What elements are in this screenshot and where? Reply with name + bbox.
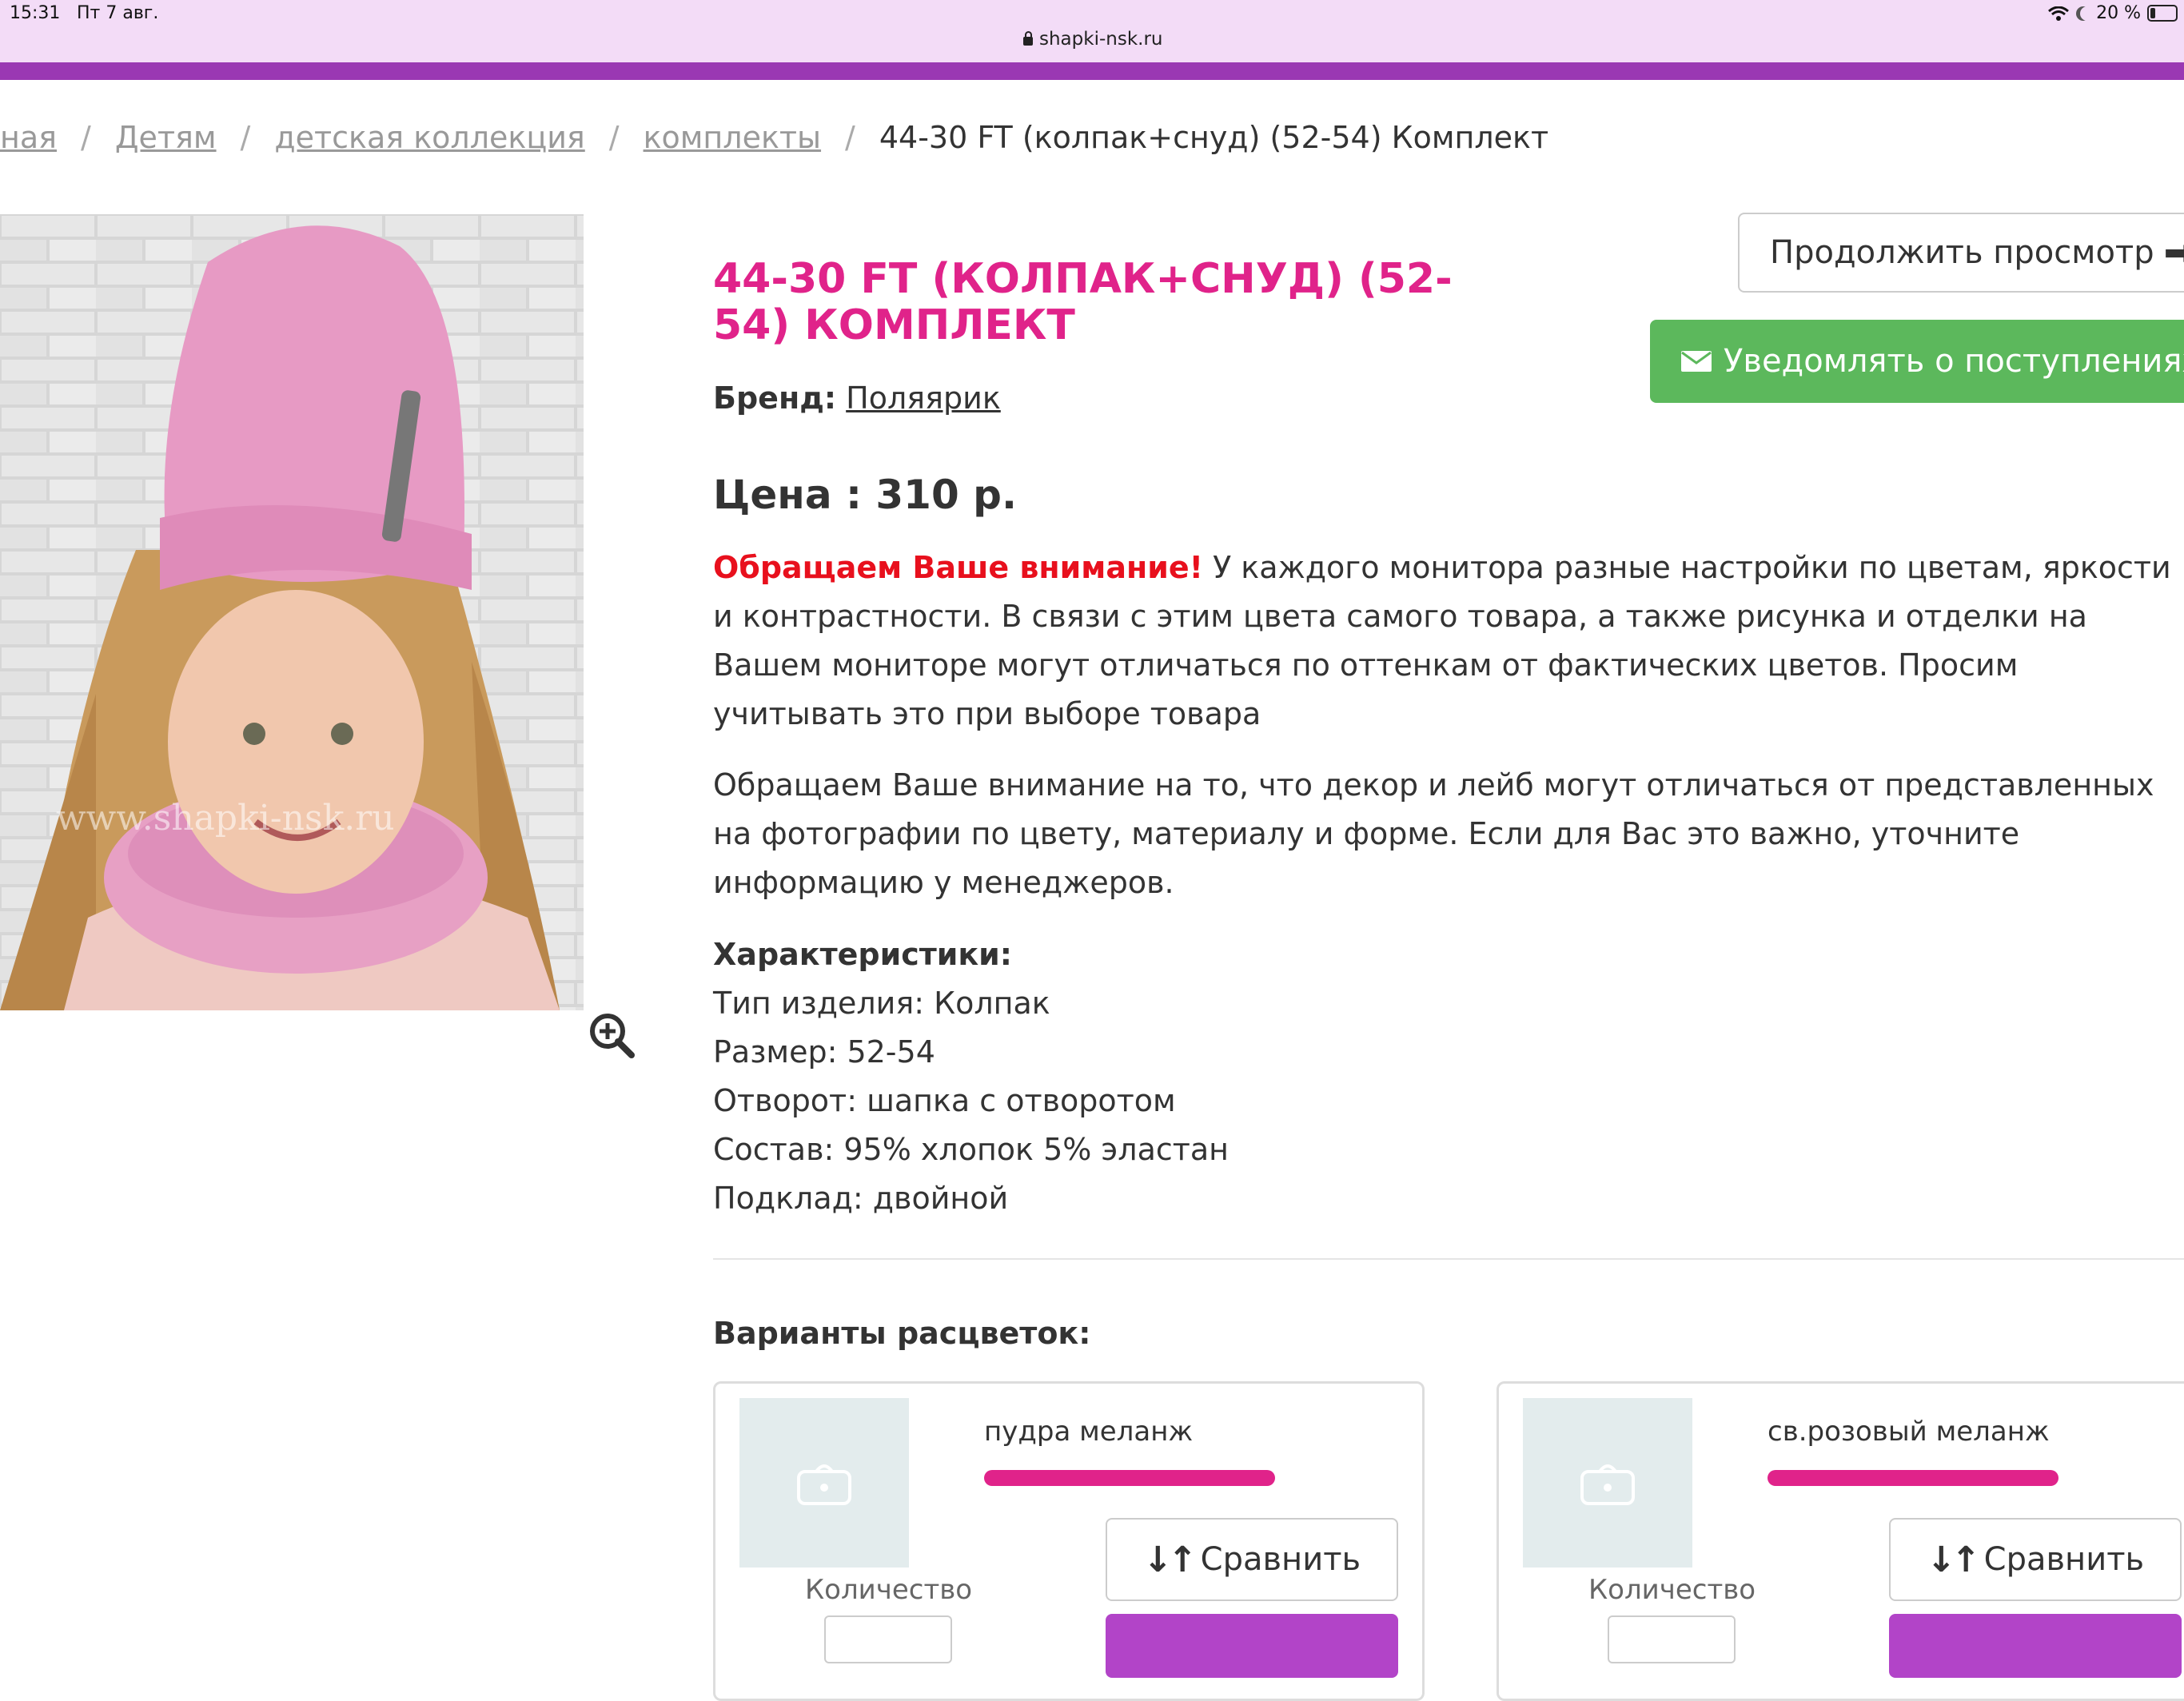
breadcrumb: ная / Детям / детская коллекция / комплекты / 44…	[0, 120, 1548, 155]
status-date: Пт 7 авг.	[77, 3, 159, 23]
variant-card: св.розовый меланж ↓↑ Сравнить Количество	[1497, 1381, 2184, 1701]
wifi-icon	[2048, 6, 2070, 21]
address-bar[interactable]: shapki-nsk.ru	[1023, 29, 1163, 50]
notify-label: Уведомлять о поступлениях	[1724, 343, 2184, 380]
brand-label: Бренд:	[713, 380, 837, 416]
site-header-stripe	[0, 62, 2184, 80]
envelope-icon	[1681, 351, 1712, 372]
spec-item: Размер: 52-54	[713, 1034, 935, 1070]
status-right: 20 %	[2048, 3, 2178, 23]
product-brand: Бренд: Поляярик	[713, 380, 1001, 416]
spec-item: Подклад: двойной	[713, 1181, 1009, 1216]
continue-label: Продолжить просмотр	[1770, 234, 2154, 271]
specs: Характеристики: Тип изделия: Колпак Разм…	[713, 930, 1229, 1223]
variant-color-bar	[984, 1470, 1275, 1486]
battery-percent: 20 %	[2096, 3, 2141, 23]
quantity-label: Количество	[1588, 1574, 1756, 1606]
product-price: Цена : 310 р.	[713, 472, 1017, 518]
brand-link[interactable]: Поляярик	[846, 380, 1001, 416]
add-to-cart-button[interactable]	[1106, 1614, 1398, 1678]
add-to-cart-button[interactable]	[1889, 1614, 2182, 1678]
spec-item: Состав: 95% хлопок 5% эластан	[713, 1132, 1229, 1167]
variant-color-name: пудра меланж	[984, 1416, 1194, 1448]
variant-thumbnail[interactable]	[739, 1398, 909, 1568]
status-time: 15:31	[10, 3, 61, 23]
breadcrumb-kids[interactable]: Детям	[115, 120, 217, 155]
breadcrumb-kids-collection[interactable]: детская коллекция	[274, 120, 584, 155]
moon-icon	[2080, 6, 2094, 21]
breadcrumb-separator: /	[845, 120, 855, 155]
decor-notice: Обращаем Ваше внимание на то, что декор …	[713, 767, 2154, 900]
browser-top-bar: 15:31 Пт 7 авг. shapki-nsk.ru 20 %	[0, 0, 2184, 62]
quantity-input[interactable]	[1608, 1615, 1736, 1663]
quantity-input[interactable]	[824, 1615, 952, 1663]
specs-heading: Характеристики:	[713, 937, 1012, 972]
sort-icon: ↓↑	[1142, 1539, 1198, 1580]
variants-title: Варианты расцветок:	[713, 1316, 1091, 1351]
sort-icon: ↓↑	[1926, 1539, 1981, 1580]
url-text: shapki-nsk.ru	[1039, 29, 1163, 50]
breadcrumb-sets[interactable]: комплекты	[644, 120, 821, 155]
spec-item: Тип изделия: Колпак	[713, 986, 1050, 1021]
color-notice: Обращаем Ваше внимание! У каждого монито…	[713, 544, 2184, 739]
breadcrumb-current: 44-30 FT (колпак+снуд) (52-54) Комплект	[879, 120, 1549, 155]
zoom-in-icon[interactable]	[588, 1012, 635, 1058]
spec-item: Отворот: шапка с отворотом	[713, 1083, 1176, 1118]
photo-watermark: www.shapki-nsk.ru	[56, 798, 395, 839]
notify-button[interactable]: Уведомлять о поступлениях	[1650, 320, 2184, 403]
image-placeholder-icon	[1580, 1464, 1635, 1505]
image-placeholder-icon	[797, 1464, 851, 1505]
variant-color-bar	[1768, 1470, 2058, 1486]
notice-highlight: Обращаем Ваше внимание!	[713, 550, 1203, 585]
variant-thumbnail[interactable]	[1523, 1398, 1692, 1568]
compare-label: Сравнить	[1983, 1541, 2145, 1578]
lock-icon	[1023, 31, 1033, 46]
breadcrumb-home[interactable]: ная	[0, 120, 57, 155]
variant-color-name: св.розовый меланж	[1768, 1416, 2050, 1448]
breadcrumb-separator: /	[240, 120, 251, 155]
battery-icon	[2147, 5, 2178, 22]
variant-card: пудра меланж ↓↑ Сравнить Количество	[713, 1381, 1425, 1701]
compare-button[interactable]: ↓↑ Сравнить	[1889, 1518, 2182, 1601]
divider	[713, 1258, 2184, 1260]
compare-label: Сравнить	[1200, 1541, 1361, 1578]
arrow-right-icon: ➡	[2163, 232, 2184, 273]
compare-button[interactable]: ↓↑ Сравнить	[1106, 1518, 1398, 1601]
product-photo[interactable]: www.shapki-nsk.ru	[0, 214, 584, 1010]
continue-browsing-button[interactable]: Продолжить просмотр ➡	[1738, 213, 2184, 293]
breadcrumb-separator: /	[81, 120, 91, 155]
breadcrumb-separator: /	[608, 120, 620, 155]
product-title: 44-30 FT (КОЛПАК+СНУД) (52-54) КОМПЛЕКТ	[713, 255, 1453, 349]
quantity-label: Количество	[805, 1574, 973, 1606]
